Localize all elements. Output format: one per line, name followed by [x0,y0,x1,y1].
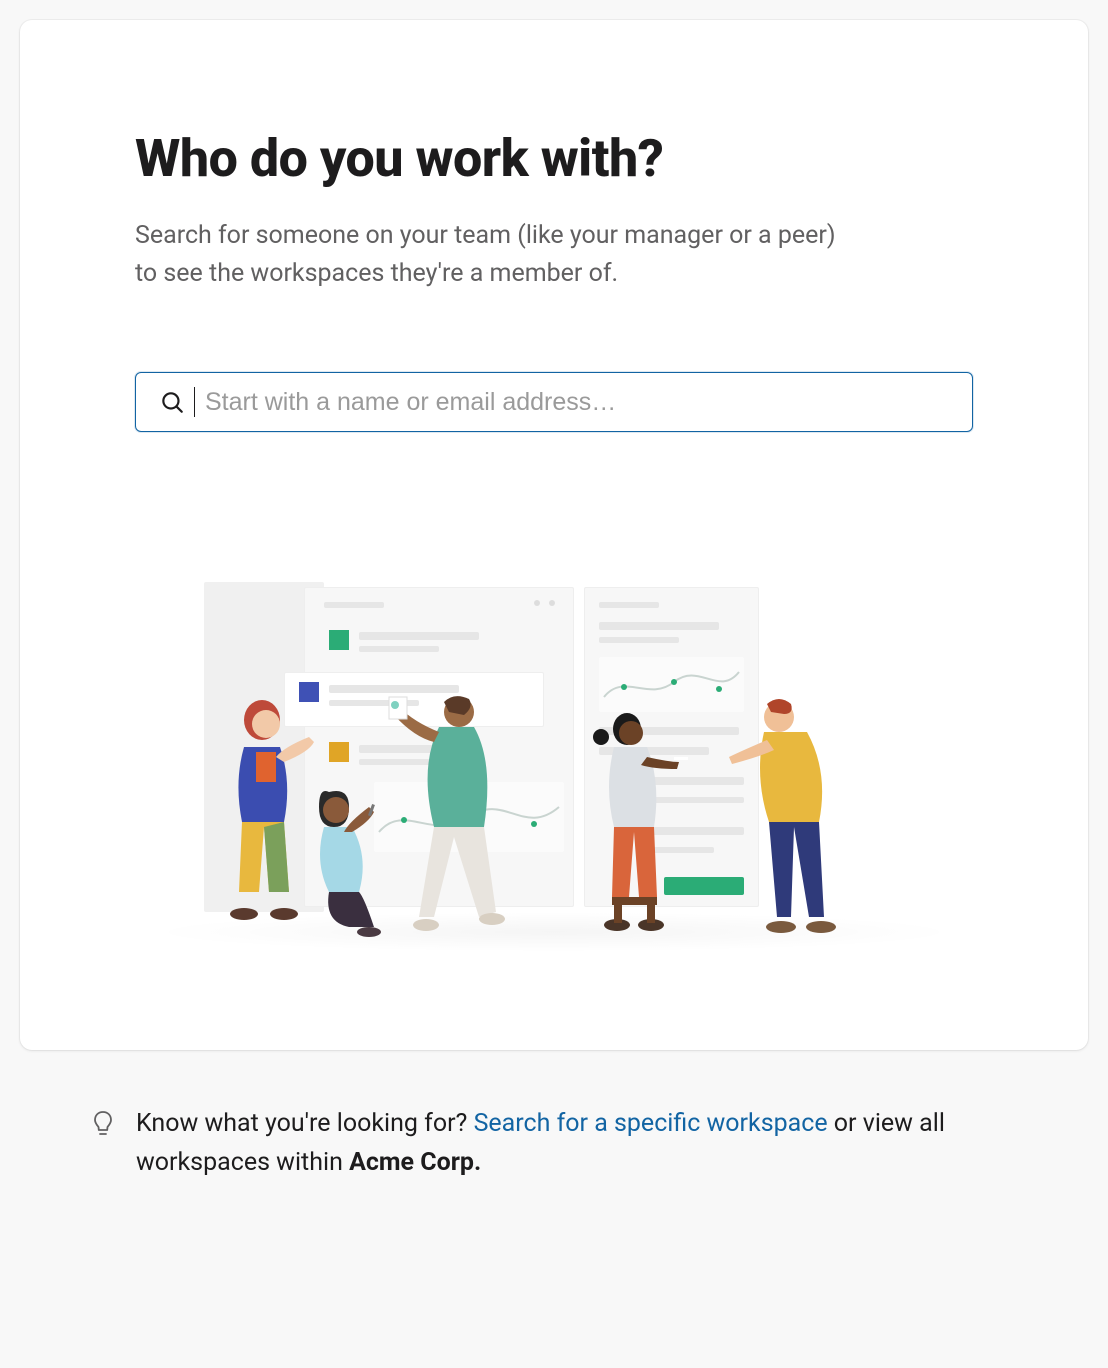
hint-prefix: Know what you're looking for? [136,1109,474,1138]
search-field-wrapper[interactable] [135,372,973,432]
search-icon [158,388,186,416]
team-illustration [135,582,973,952]
page-title: Who do you work with? [135,130,973,187]
page-subtitle: Search for someone on your team (like yo… [135,217,855,292]
search-input[interactable] [205,388,950,417]
hint-text: Know what you're looking for? Search for… [136,1105,1018,1183]
hint-footer: Know what you're looking for? Search for… [20,1105,1088,1183]
onboarding-card: Who do you work with? Search for someone… [20,20,1088,1050]
text-cursor [194,387,195,417]
lightbulb-icon [90,1109,116,1139]
org-name: Acme Corp. [349,1148,481,1177]
search-workspace-link[interactable]: Search for a specific workspace [474,1109,828,1138]
